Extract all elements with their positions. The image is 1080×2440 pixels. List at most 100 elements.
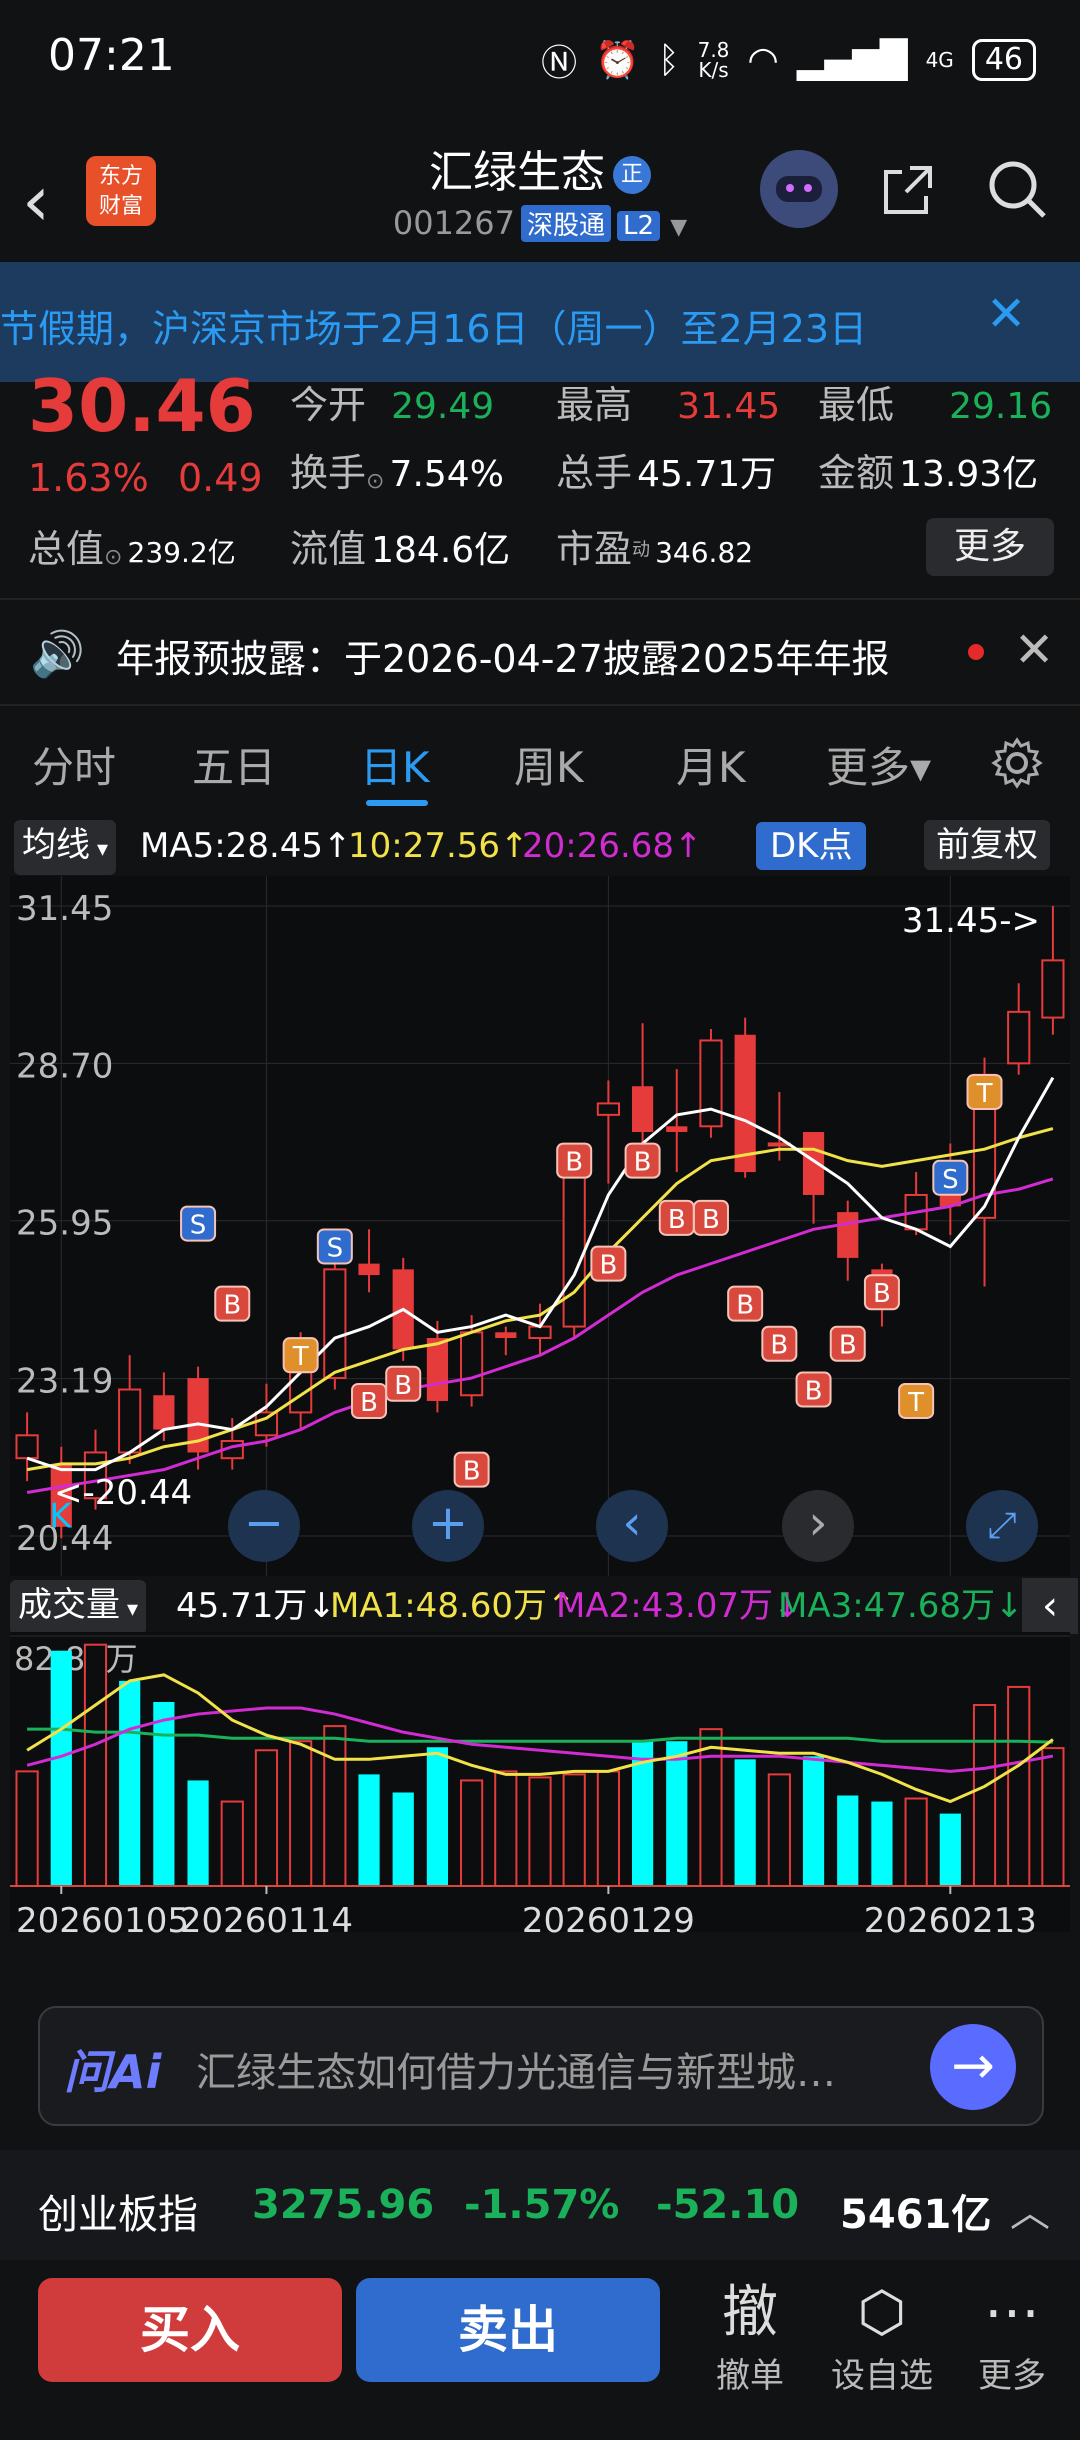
candle-body [631, 1086, 654, 1133]
marker-label: B [839, 1331, 857, 1361]
adjust-mode-button[interactable]: 前复权 [924, 820, 1050, 870]
candle-body [562, 1171, 586, 1328]
low-price-label: <-20.44 [54, 1473, 192, 1513]
volume-bar [972, 1704, 997, 1887]
scroll-left-button[interactable]: ‹ [596, 1490, 668, 1562]
zoom-in-button[interactable]: + [412, 1490, 484, 1562]
candle [699, 1029, 723, 1138]
wifi-icon: ◠ [747, 39, 779, 81]
marker-label: S [327, 1233, 344, 1263]
chevron-down-icon: ▼ [670, 215, 688, 240]
chevron-up-icon[interactable]: ︿ [1010, 2180, 1050, 2238]
fullscreen-icon[interactable]: ⤢ [966, 1490, 1038, 1562]
close-icon[interactable]: ✕ [1014, 622, 1054, 678]
stock-name: 汇绿生态 [429, 147, 605, 198]
search-icon[interactable] [986, 158, 1048, 220]
volume-bar [392, 1792, 414, 1886]
index-ticker-bar[interactable]: 创业板指 3275.96 -1.57% -52.10 5461亿 ︿ [0, 2150, 1080, 2260]
volume-chart[interactable]: 82.88万 2026010520260114 20260129 20260213 [0, 1576, 1080, 1976]
index-name: 创业板指 [38, 2192, 198, 2238]
ma5-value: MA5:28.45↑ [140, 826, 352, 866]
trade-marker-T: T [898, 1382, 935, 1419]
ai-logo: 问Ai [64, 2045, 162, 2099]
trade-marker-B: B [829, 1325, 866, 1362]
indicator-selector[interactable]: 均线 ▾ [14, 820, 117, 875]
marker-label: B [394, 1371, 412, 1401]
add-watchlist-button[interactable]: ⬡ 设自选 [822, 2278, 942, 2397]
dk-point-button[interactable]: DK点 [756, 822, 867, 870]
trade-marker-B: B [214, 1285, 251, 1322]
candle-body [495, 1332, 517, 1339]
ma20-value: 20:26.68↑ [522, 826, 703, 866]
trade-marker-B: B [590, 1245, 627, 1282]
y-tick-label: 25.95 [16, 1204, 113, 1244]
volume-bar [871, 1801, 893, 1886]
unread-dot [968, 644, 984, 660]
trade-marker-B: B [385, 1365, 422, 1402]
volume-bar [1041, 1747, 1065, 1887]
marker-label: B [634, 1148, 652, 1178]
candle-body [358, 1263, 380, 1276]
arrow-right-icon[interactable]: → [930, 2024, 1016, 2110]
buy-button[interactable]: 买入 [38, 2278, 342, 2382]
marker-label: T [976, 1079, 993, 1109]
candle-body [153, 1395, 175, 1430]
volume-bar [460, 1779, 484, 1887]
status-icons: Ⓝ ⏰ ᛒ 7.8 K/s ◠ ▂▄▆█ 4G 46 [541, 34, 1036, 86]
marker-label: B [360, 1388, 378, 1418]
marker-label: B [736, 1291, 754, 1321]
volume-bar [119, 1680, 141, 1886]
tab-five-day[interactable]: 五日 [192, 734, 276, 795]
candle-body [666, 1126, 688, 1133]
share-icon[interactable] [880, 162, 936, 218]
announcement-bar[interactable]: 🔊 年报预披露：于2026-04-27披露2025年年报 ✕ [0, 598, 1080, 706]
more-dots-icon: ⋯ [984, 2280, 1040, 2345]
tab-weekly-k[interactable]: 周K [514, 734, 584, 795]
l2-tag: L2 [617, 211, 661, 241]
x-tick-label: 20260129 [522, 1901, 695, 1941]
last-price: 30.46 [28, 364, 256, 448]
trade-marker-B: B [761, 1325, 798, 1362]
info-icon[interactable]: ⊙ [104, 545, 122, 570]
marker-label: B [702, 1205, 720, 1235]
nfc-icon: Ⓝ [541, 43, 578, 84]
y-tick-label: 23.19 [16, 1362, 113, 1402]
tab-more[interactable]: 更多▾ [826, 734, 931, 795]
index-amount: 5461亿 [840, 2192, 992, 2238]
zoom-out-button[interactable]: − [228, 1490, 300, 1562]
gear-icon[interactable] [990, 736, 1044, 790]
candle-body [871, 1269, 893, 1276]
volume-bar [562, 1773, 586, 1887]
stock-code: 001267 [392, 204, 515, 242]
marker-label: B [805, 1377, 823, 1407]
y-tick-label: 31.45 [16, 889, 113, 929]
candle-body [1041, 959, 1065, 1019]
candle-body [699, 1039, 723, 1128]
sell-button[interactable]: 卖出 [356, 2278, 660, 2382]
tab-monthly-k[interactable]: 月K [676, 734, 746, 795]
bottom-action-bar: 买入 卖出 撤 撤单 ⬡ 设自选 ⋯ 更多 [0, 2262, 1080, 2440]
cancel-order-button[interactable]: 撤 撤单 [690, 2278, 810, 2397]
info-icon[interactable]: ⊙ [366, 469, 384, 494]
close-icon[interactable]: ✕ [986, 286, 1026, 342]
trade-marker-B: B [453, 1451, 490, 1488]
high-price-label: 31.45-> [902, 901, 1040, 941]
chart-toolbar: 均线 ▾ MA5:28.45↑ 10:27.56↑ 20:26.68↑ DK点 … [0, 818, 1080, 875]
more-menu-button[interactable]: ⋯ 更多 [952, 2278, 1072, 2397]
trade-marker-B: B [692, 1199, 729, 1236]
quote-more-button[interactable]: 更多 [926, 518, 1054, 576]
trade-marker-B: B [624, 1142, 661, 1179]
tab-intraday[interactable]: 分时 [32, 734, 116, 795]
tab-daily-k[interactable]: 日K [360, 734, 430, 795]
volume-bar [254, 1749, 279, 1887]
candlestick-chart[interactable]: 31.4528.7025.9523.1920.44BTBBBBBBB BBBBBB… [0, 876, 1080, 1576]
trade-marker-B: B [863, 1274, 900, 1311]
ai-question-box[interactable]: 问Ai 汇绿生态如何借力光通信与新型城… → [38, 2006, 1044, 2126]
volume-bar [666, 1741, 688, 1886]
volume-bar [83, 1643, 108, 1887]
scroll-right-button[interactable]: › [782, 1490, 854, 1562]
index-change: -52.10 [656, 2182, 800, 2228]
volume-max-label: 82.88万 [14, 1640, 138, 1678]
assistant-robot-icon[interactable] [760, 150, 838, 228]
marker-label: S [942, 1165, 959, 1195]
